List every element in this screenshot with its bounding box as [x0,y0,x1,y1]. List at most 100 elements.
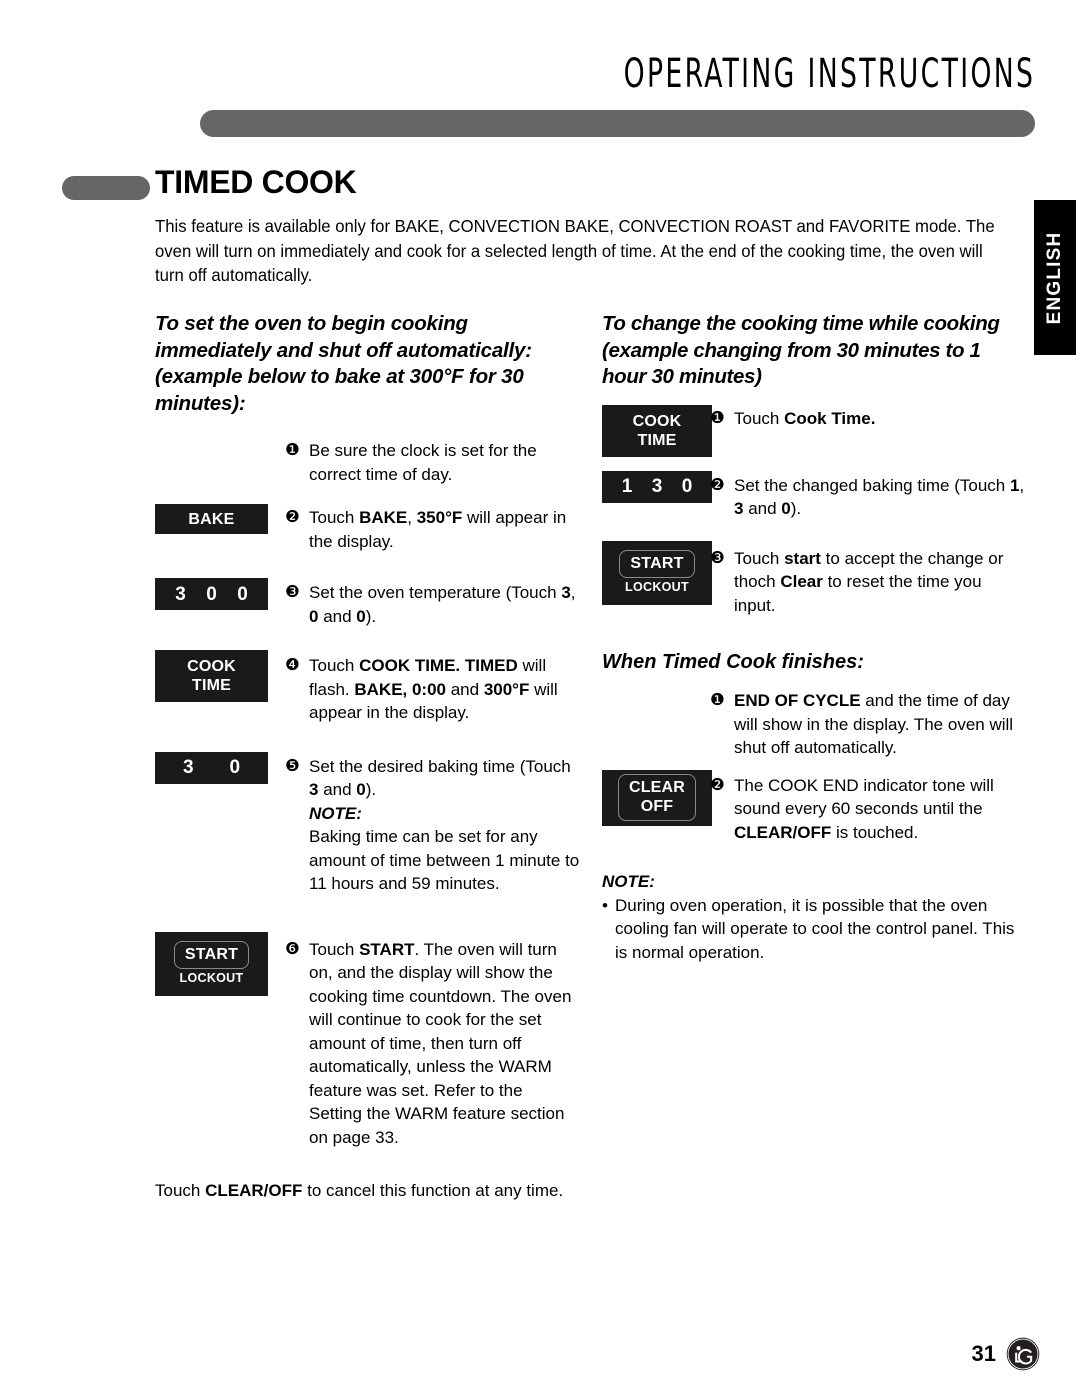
oven-key-label: BAKE [188,510,235,528]
step-number-marker: ❷ [285,508,300,526]
oven-key-digit-row: 30 [155,757,268,778]
oven-key-bake: BAKE [155,504,268,534]
oven-key-digit: 0 [237,583,248,605]
step-text: Be sure the clock is set for the correct… [309,441,537,484]
step-key-cell: START LOCKOUT [602,540,712,605]
oven-key-digit: 0 [206,583,217,605]
oven-key-cook-time: COOK TIME [155,650,268,702]
step-key-cell: 30 [155,751,285,784]
step-text: Touch COOK TIME. TIMED will flash. BAKE,… [309,656,558,722]
left-column-heading: To set the oven to begin cooking immedia… [155,312,532,415]
left-column-steps: ❶ Be sure the clock is set for the correc… [155,439,580,1149]
oven-key-sublabel: LOCKOUT [179,971,244,985]
oven-key-clear-off: CLEAR OFF [602,769,712,826]
step-text: The COOK END indicator tone will sound e… [734,775,994,842]
oven-key-digit-row: 130 [602,476,712,497]
step-text: Set the changed baking time (Touch 1, 3 … [734,475,1025,519]
oven-key-label: TIME [191,677,232,694]
step-text-cell: ❶ Touch Cook Time. [710,407,1027,431]
step-number-marker: ❶ [710,408,725,427]
oven-key-digit: 0 [681,476,693,497]
step-key-cell: 130 [602,470,712,503]
step-number-marker: ❷ [710,475,725,494]
instruction-step: ❶ Be sure the clock is set for the correc… [155,439,580,486]
right-column-steps: COOK TIME ❶ Touch Cook Time. 1 3 0 ❷ Set the cha… [602,404,1027,618]
oven-key-digits-130: 130 [602,470,712,503]
step-text-cell: ❹ Touch COOK TIME. TIMED will flash. BAKE… [285,654,580,725]
oven-key-cook-time: COOK TIME [602,404,712,457]
page-footer: 31 [0,1337,1040,1371]
step-number-marker: ❸ [710,548,725,567]
right-column-note: NOTE: • During oven operation, it is possi… [602,870,1027,964]
oven-key-start-lockout: START LOCKOUT [155,931,268,996]
step-key-cell: START LOCKOUT [155,931,285,996]
oven-key-label: CLEAR [628,779,686,796]
language-tab-label: ENGLISH [1044,231,1065,324]
step-text-cell: ❶ Be sure the clock is set for the correc… [285,439,580,486]
instruction-step: 1 3 0 ❷ Set the changed baking time (Touch 1… [602,470,1027,521]
step-text: Touch BAKE, 350°F will appear in the dis… [309,508,567,551]
right-note-body-text: During oven operation, it is possible th… [615,895,1015,962]
step-number-marker: ❻ [285,939,300,958]
finish-section-steps: ❶ END OF CYCLE and the time of day will s… [602,689,1027,844]
oven-key-outlined-label: CLEAR OFF [617,774,697,821]
step-key-cell: 300 [155,578,285,610]
step-text: Set the oven temperature (Touch 3, 0 and… [309,583,576,626]
finish-section-heading: When Timed Cook finishes: [602,651,864,673]
step-number-marker: ❷ [710,775,725,794]
step-text-cell: ❷ The COOK END indicator tone will sound … [710,774,1027,845]
oven-key-digit: 3 [175,583,186,605]
instruction-step: START LOCKOUT ❻ Touch START. The oven will … [155,931,580,1150]
step-number-marker: ❶ [285,441,300,459]
page-title: OPERATING INSTRUCTIONS [623,51,1035,97]
step-text: Touch start to accept the change or thoc… [734,548,1004,615]
instruction-step: CLEAR OFF ❷ The COOK END indicator tone wil… [602,769,1027,845]
instruction-step: 3 0 0 ❸ Set the oven temperature (Touch 3, 0… [155,578,580,628]
oven-key-outlined-label: START [619,550,695,578]
oven-key-digit: 1 [621,476,633,497]
step-key-cell: COOK TIME [155,650,285,702]
language-tab-english: ENGLISH [1034,200,1076,355]
oven-key-label: OFF [640,798,674,815]
section-intro-paragraph: This feature is available only for BAKE,… [155,216,995,285]
step-key-cell: COOK TIME [602,404,712,457]
oven-key-sublabel: LOCKOUT [625,580,689,594]
instruction-step: START LOCKOUT ❸ Touch start to accept the c… [602,540,1027,618]
oven-key-digit: 3 [182,757,194,778]
step-note-title: NOTE: [309,803,362,823]
lg-logo [1006,1337,1040,1371]
left-column: To set the oven to begin cooking immedia… [155,311,580,1203]
step-text-cell: ❷ Set the changed baking time (Touch 1, 3… [710,474,1027,521]
left-column-closing-text: Touch CLEAR/OFF to cancel this function … [155,1181,564,1200]
oven-key-digits-30: 30 [155,751,268,784]
right-column: To change the cooking time while cooking… [602,311,1027,964]
instruction-step: ❶ END OF CYCLE and the time of day will s… [602,689,1027,760]
oven-key-digit: 3 [651,476,663,497]
oven-key-digit: 0 [229,757,241,778]
step-text: Set the desired baking time (Touch 3 and… [309,756,571,800]
instruction-step: 3 0 ❺ Set the desired baking time (Touch 3 … [155,751,580,896]
step-text: Touch START. The oven will turn on, and … [309,939,572,1147]
page-number: 31 [971,1341,996,1366]
step-text-cell: ❸ Touch start to accept the change or tho… [710,547,1027,618]
instruction-step: BAKE ❷ Touch BAKE, 350°F will appear in th… [155,504,580,553]
step-number-marker: ❶ [710,691,725,709]
step-text: END OF CYCLE and the time of day will sh… [734,691,1014,757]
section-title-pill [62,176,150,200]
step-note-text: Baking time can be set for any amount of… [309,827,580,893]
page-header: OPERATING INSTRUCTIONS [0,0,1080,150]
step-number-marker: ❹ [285,656,300,674]
step-text-cell: ❶ END OF CYCLE and the time of day will s… [710,689,1027,760]
oven-key-digit-row: 300 [155,584,268,605]
oven-key-label: COOK [632,412,682,430]
right-note-text: • During oven operation, it is possible t… [602,894,1027,965]
right-column-heading: To change the cooking time while cooking… [602,312,1000,388]
section-title: TIMED COOK [155,164,357,200]
oven-key-label: COOK [187,658,236,675]
step-text-cell: ❸ Set the oven temperature (Touch 3, 0 an… [285,581,580,628]
oven-key-digits-300: 300 [155,578,268,610]
step-text-cell: ❷ Touch BAKE, 350°F will appear in the di… [285,506,580,553]
oven-key-label: TIME [637,431,677,449]
step-key-cell: BAKE [155,504,285,534]
bullet-dot: • [602,895,608,915]
